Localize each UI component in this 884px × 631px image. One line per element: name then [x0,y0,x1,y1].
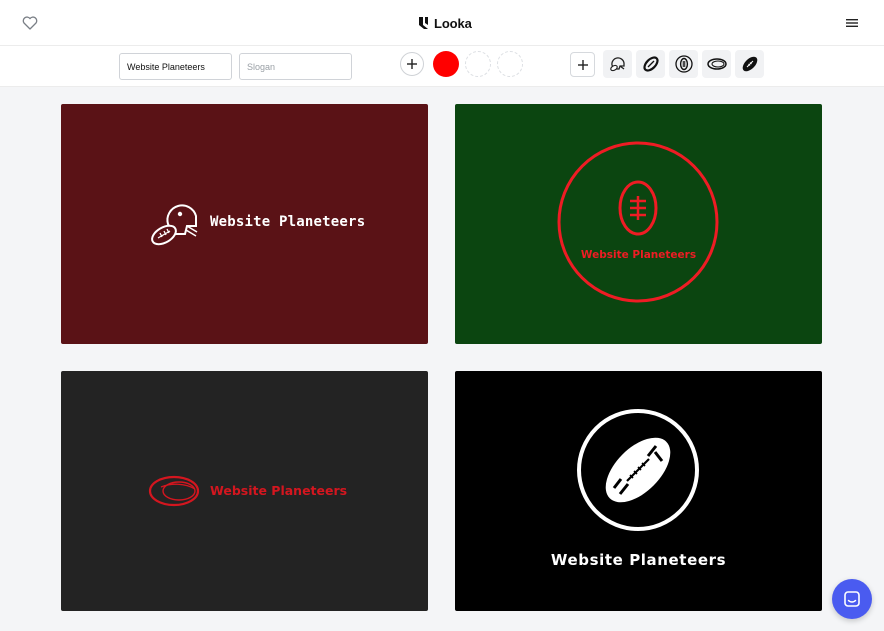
add-color-button[interactable] [400,52,424,76]
chat-bubble-icon [844,591,860,607]
football-tilted-icon [642,56,659,72]
logo-company-name: Website Planeteers [210,483,348,498]
football-black-icon [577,409,699,531]
color-swatch-empty[interactable] [497,51,523,77]
logo-card[interactable]: Website Planeteers [61,371,428,611]
looka-mark-icon [419,17,428,29]
color-swatch-empty[interactable] [465,51,491,77]
plus-icon [407,59,417,69]
football-black-icon [742,56,757,72]
symbol-option-oval-ball[interactable] [702,50,731,78]
symbol-option-tilted-ball[interactable] [636,50,665,78]
logo-card[interactable]: Website Planeteers [455,371,822,611]
slogan-input[interactable] [239,53,352,80]
support-chat-button[interactable] [832,579,872,619]
football-helmet-icon [609,57,625,72]
hamburger-menu-icon[interactable] [843,14,861,32]
logo-company-name: Website Planeteers [550,551,727,569]
add-symbol-button[interactable] [570,52,595,77]
logo-card[interactable]: Website Planeteers [61,104,428,344]
brand-name: Looka [434,15,472,31]
football-oval-icon [706,58,727,70]
color-swatch-red[interactable] [433,51,459,77]
company-name-input[interactable] [119,53,232,80]
logo-company-name: Website Planeteers [210,214,366,230]
symbol-option-upright-ball[interactable] [669,50,698,78]
logo-company-name: Website Planeteers [580,249,697,261]
brand-logo[interactable]: Looka [417,14,472,32]
heart-icon[interactable] [20,13,40,33]
logo-card[interactable]: Website Planeteers [455,104,822,344]
top-bar: Looka [0,0,884,46]
symbol-option-helmet[interactable] [603,50,632,78]
plus-icon [577,59,588,70]
symbol-option-black-ball[interactable] [735,50,764,78]
football-upright-icon [674,55,693,73]
football-upright-icon [557,141,719,303]
